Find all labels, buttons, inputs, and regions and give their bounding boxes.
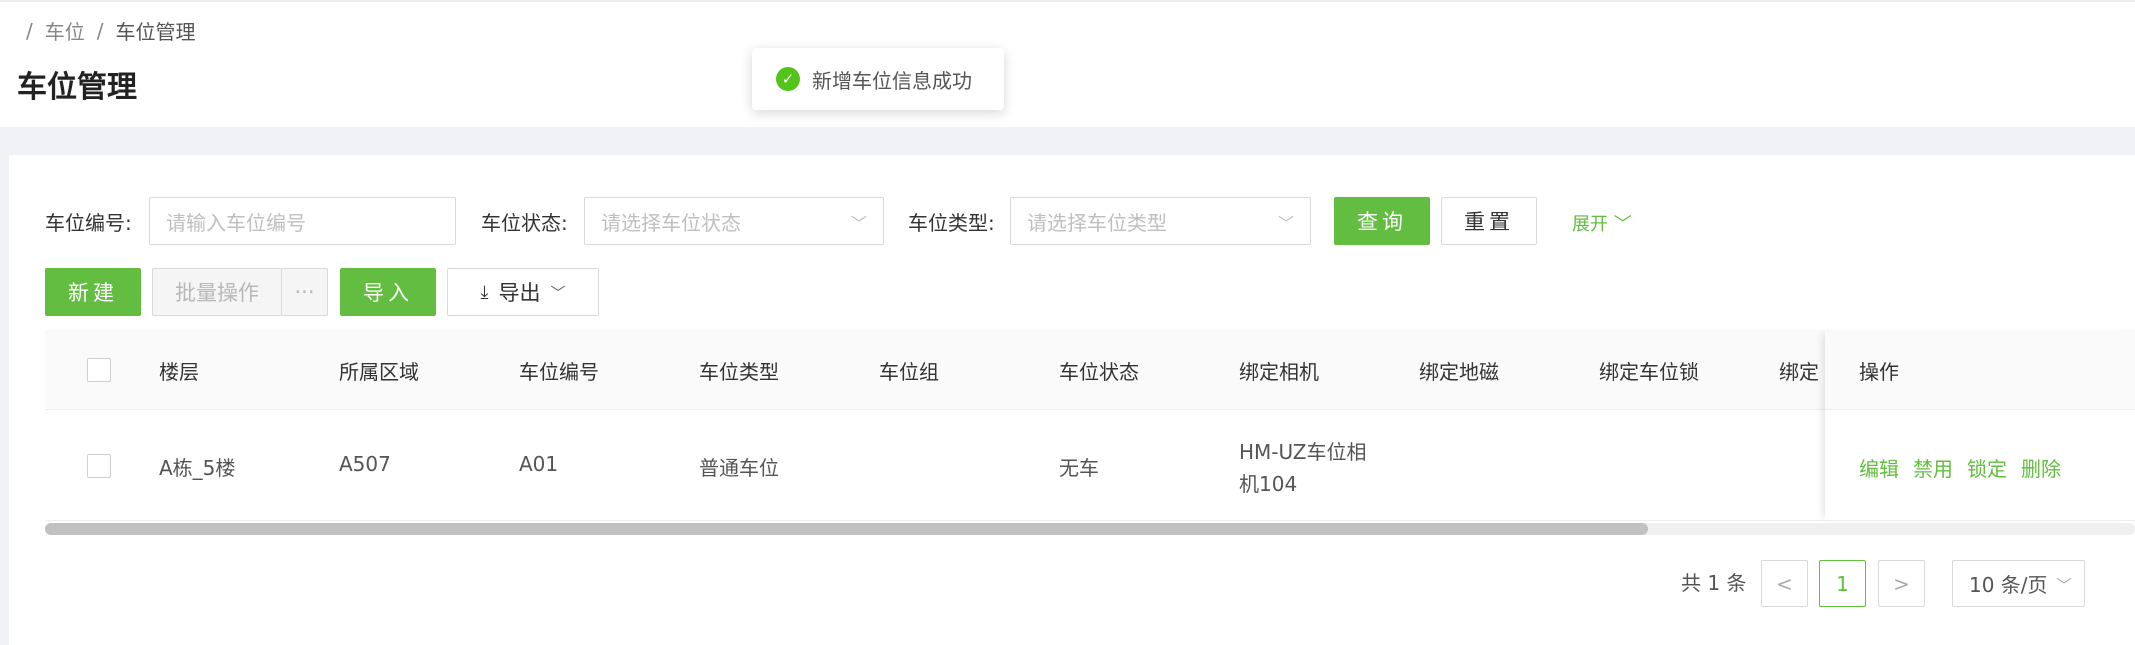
column-status: 车位状态: [1059, 360, 1139, 384]
page-header: / 车位 / 车位管理 车位管理: [0, 0, 2135, 127]
edit-link[interactable]: 编辑: [1859, 453, 1899, 482]
reset-button[interactable]: 重置: [1441, 197, 1537, 245]
download-icon: ⤓: [480, 281, 489, 303]
chevron-left-icon: <: [1776, 571, 1793, 596]
chevron-down-icon: ﹀: [2055, 576, 2072, 595]
column-camera: 绑定相机: [1239, 360, 1319, 384]
import-button[interactable]: 导入: [340, 268, 436, 316]
chevron-right-icon: >: [1893, 571, 1910, 596]
cell-camera: HM-UZ车位相 机104: [1239, 436, 1367, 500]
horizontal-scrollbar[interactable]: [45, 523, 2135, 535]
delete-link[interactable]: 删除: [2021, 453, 2061, 482]
spot-no-label: 车位编号:: [45, 211, 132, 235]
spot-no-input[interactable]: 请输入车位编号: [149, 197, 456, 245]
column-group: 车位组: [879, 360, 939, 384]
status-label: 车位状态:: [481, 211, 568, 235]
pagination-total: 共 1 条: [1681, 571, 1747, 595]
prev-page-button[interactable]: <: [1761, 560, 1808, 607]
page-size-select[interactable]: 10 条/页 ﹀: [1952, 560, 2085, 607]
export-label: 导出: [498, 281, 541, 305]
table-header: 楼层 所属区域 车位编号 车位类型 车位组 车位状态 绑定相机 绑定地磁 绑定车…: [45, 330, 2135, 410]
query-button[interactable]: 查询: [1334, 197, 1430, 245]
actions-fixed-column: 操作 编辑 禁用 锁定 删除: [1825, 330, 2135, 521]
spot-no-placeholder: 请输入车位编号: [166, 210, 306, 235]
column-floor: 楼层: [159, 360, 199, 384]
row-checkbox[interactable]: [87, 454, 111, 478]
new-button[interactable]: 新建: [45, 268, 141, 316]
success-toast: ✓ 新增车位信息成功: [752, 48, 1004, 110]
breadcrumb-separator: /: [26, 18, 33, 43]
column-spot-no: 车位编号: [519, 360, 599, 384]
export-button[interactable]: ⤓ 导出 ﹀: [447, 268, 599, 316]
cell-type: 普通车位: [699, 456, 779, 480]
next-page-button[interactable]: >: [1878, 560, 1925, 607]
type-label: 车位类型:: [908, 211, 995, 235]
column-type: 车位类型: [699, 360, 779, 384]
lock-link[interactable]: 锁定: [1967, 453, 2007, 482]
column-lock: 绑定车位锁: [1599, 360, 1699, 384]
cell-area: A507: [339, 452, 391, 476]
column-actions: 操作: [1859, 360, 1899, 384]
column-bind-truncated: 绑定: [1779, 360, 1819, 384]
cell-status: 无车: [1059, 456, 1099, 480]
scrollbar-thumb[interactable]: [45, 523, 1648, 535]
type-placeholder: 请选择车位类型: [1027, 210, 1167, 235]
batch-operation-button: 批量操作: [152, 268, 282, 316]
status-placeholder: 请选择车位状态: [601, 210, 741, 235]
breadcrumb-separator: /: [96, 18, 104, 43]
expand-toggle[interactable]: 展开 ﹀: [1572, 210, 1632, 236]
page-1-button[interactable]: 1: [1819, 560, 1866, 607]
actions-header-cell: 操作: [1825, 330, 2135, 410]
toast-message: 新增车位信息成功: [812, 68, 972, 93]
status-select[interactable]: 请选择车位状态 ﹀: [584, 197, 884, 245]
cell-spot-no: A01: [519, 452, 559, 476]
page-title: 车位管理: [17, 70, 137, 105]
chevron-down-icon: ﹀: [1613, 214, 1632, 235]
expand-label: 展开: [1572, 214, 1608, 235]
breadcrumb-item-current: 车位管理: [115, 20, 196, 44]
breadcrumb-item-parking[interactable]: 车位: [45, 16, 85, 45]
page-size-value: 10 条/页: [1969, 573, 2048, 597]
select-all-checkbox[interactable]: [87, 358, 111, 382]
cell-camera-line2: 机104: [1239, 472, 1298, 496]
chevron-down-icon: ﹀: [550, 283, 566, 302]
batch-more-button: ···: [281, 268, 328, 316]
breadcrumb: / 车位 / 车位管理: [26, 16, 196, 45]
disable-link[interactable]: 禁用: [1913, 453, 1953, 482]
cell-floor: A栋_5楼: [159, 456, 236, 480]
actions-body-cell: 编辑 禁用 锁定 删除: [1825, 411, 2135, 521]
column-area: 所属区域: [339, 360, 419, 384]
check-circle-icon: ✓: [776, 67, 800, 91]
table-row: A栋_5楼 A507 A01 普通车位 无车 HM-UZ车位相 机104: [45, 411, 2135, 521]
chevron-down-icon: ﹀: [1277, 214, 1294, 233]
type-select[interactable]: 请选择车位类型 ﹀: [1010, 197, 1311, 245]
content-card: 车位编号: 请输入车位编号 车位状态: 请选择车位状态 ﹀ 车位类型: 请选择车…: [9, 155, 2135, 645]
chevron-down-icon: ﹀: [850, 214, 867, 233]
cell-camera-line1: HM-UZ车位相: [1239, 440, 1367, 464]
column-magnet: 绑定地磁: [1419, 360, 1499, 384]
